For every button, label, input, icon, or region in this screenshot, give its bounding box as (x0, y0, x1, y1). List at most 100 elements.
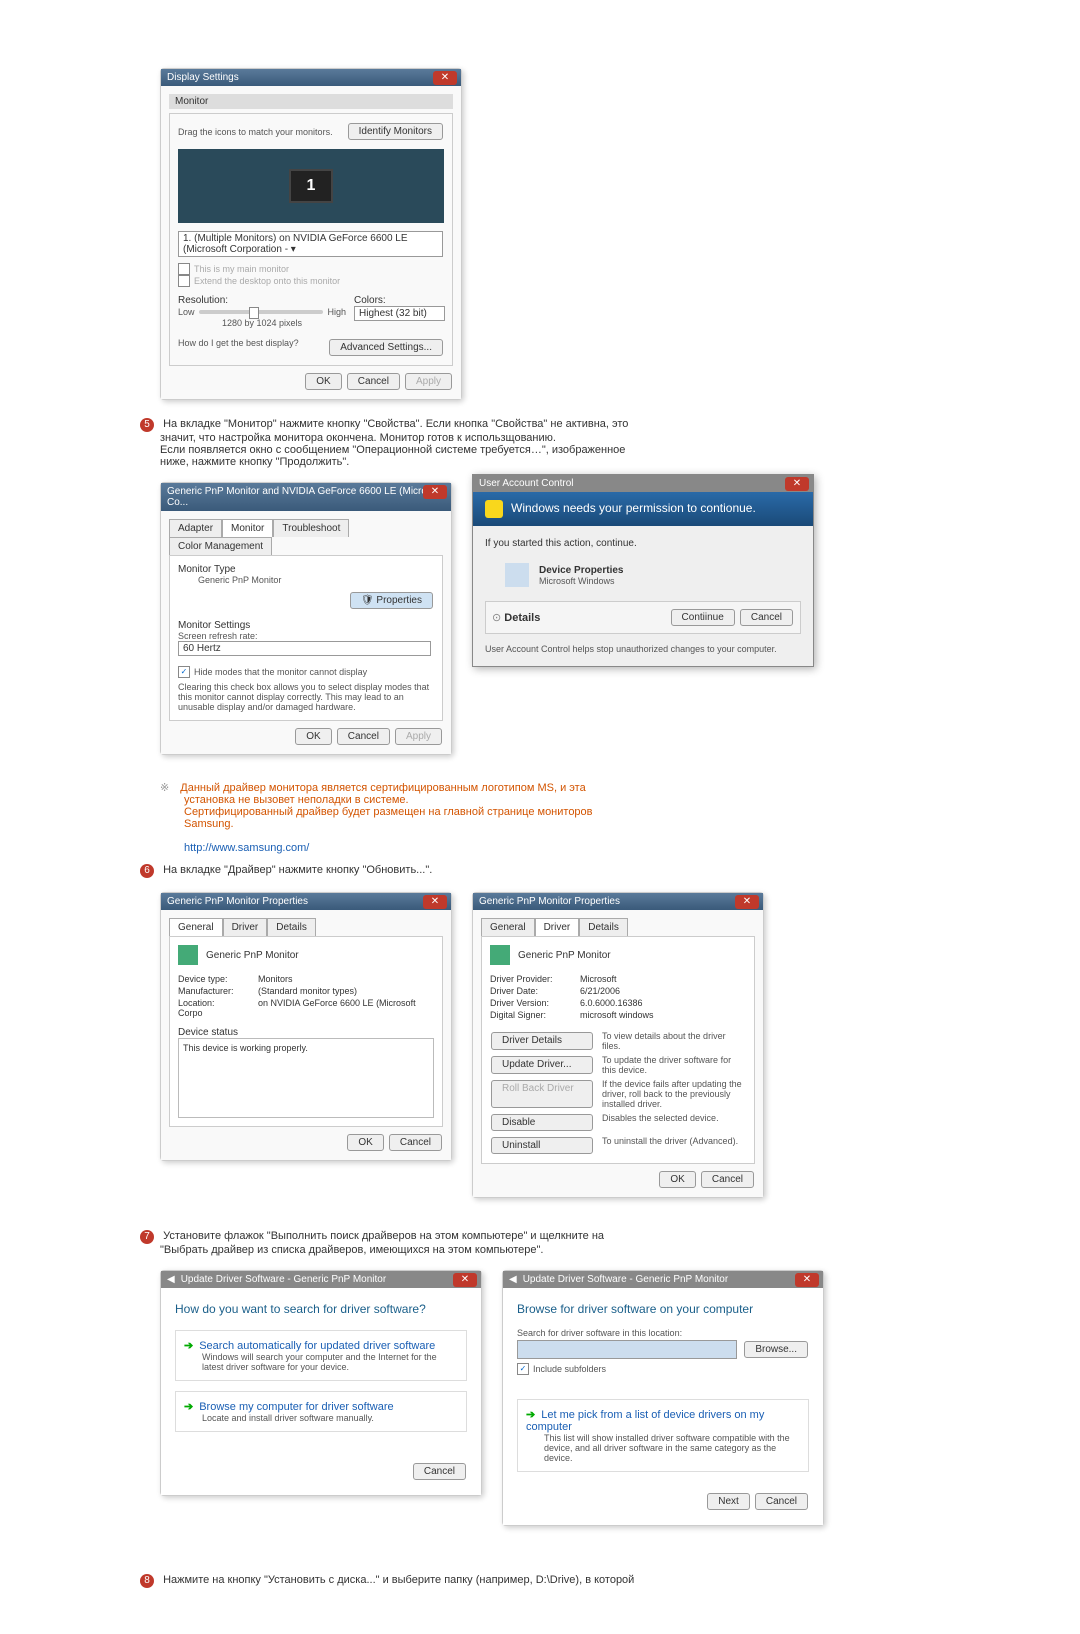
driver-provider-label: Driver Provider: (490, 974, 580, 984)
arrow-icon: ➔ (526, 1408, 535, 1421)
uninstall-desc: To uninstall the driver (Advanced). (602, 1136, 746, 1155)
chevron-icon[interactable]: ⊙ (492, 612, 501, 624)
properties-button[interactable]: 🛡 Properties (350, 592, 433, 609)
ok-button[interactable]: OK (659, 1171, 695, 1188)
monitor-type-value: Generic PnP Monitor (178, 575, 434, 585)
rollback-driver-desc: If the device fails after updating the d… (602, 1079, 746, 1109)
ok-button[interactable]: OK (295, 728, 331, 745)
ok-button[interactable]: OK (347, 1134, 383, 1151)
browse-button[interactable]: Browse... (744, 1341, 808, 1358)
ok-button[interactable]: OK (305, 373, 341, 390)
device-type-value: Monitors (258, 974, 293, 984)
monitor-icon[interactable]: 1 (289, 169, 333, 203)
low-label: Low (178, 307, 195, 317)
uac-dialog: User Account Control✕ Windows needs your… (472, 474, 814, 667)
option-1-title: Search automatically for updated driver … (199, 1340, 435, 1352)
tab-color-management[interactable]: Color Management (169, 537, 272, 555)
resolution-slider[interactable] (199, 310, 324, 314)
driver-version-label: Driver Version: (490, 998, 580, 1008)
uac-if-text: If you started this action, continue. (485, 538, 801, 549)
option-2-sub: Locate and install driver software manua… (202, 1413, 458, 1423)
continue-button[interactable]: Contiinue (671, 609, 735, 626)
tab-driver[interactable]: Driver (223, 918, 268, 936)
cancel-button[interactable]: Cancel (413, 1463, 466, 1480)
details-button[interactable]: Details (504, 612, 540, 624)
tab-general[interactable]: General (481, 918, 535, 936)
heading: How do you want to search for driver sof… (175, 1302, 467, 1316)
disable-button[interactable]: Disable (491, 1114, 593, 1131)
update-driver-desc: To update the driver software for this d… (602, 1055, 746, 1075)
drag-text: Drag the icons to match your monitors. (178, 127, 333, 137)
cancel-button[interactable]: Cancel (389, 1134, 442, 1151)
driver-details-button[interactable]: Driver Details (491, 1032, 593, 1050)
resolution-label: Resolution: (178, 295, 346, 306)
colors-label: Colors: (354, 295, 444, 306)
device-heading: Generic PnP Monitor (206, 950, 299, 961)
option-browse-computer[interactable]: ➔Browse my computer for driver software … (175, 1391, 467, 1432)
tab-details[interactable]: Details (579, 918, 628, 936)
cancel-button[interactable]: Cancel (347, 373, 400, 390)
next-button[interactable]: Next (707, 1493, 750, 1510)
samsung-link[interactable]: http://www.samsung.com/ (184, 842, 309, 854)
uninstall-button[interactable]: Uninstall (491, 1137, 593, 1154)
tab-adapter[interactable]: Adapter (169, 519, 222, 537)
close-icon[interactable]: ✕ (735, 895, 759, 909)
tab-troubleshoot[interactable]: Troubleshoot (273, 519, 349, 537)
close-icon[interactable]: ✕ (423, 895, 447, 909)
update-driver-how-dialog: ◀ Update Driver Software - Generic PnP Mo… (160, 1270, 482, 1496)
dialog-title: Display Settings (167, 72, 239, 83)
pnp-properties-driver-dialog: Generic PnP Monitor Properties✕ GeneralD… (472, 892, 764, 1198)
option-pick-from-list[interactable]: ➔Let me pick from a list of device drive… (517, 1399, 809, 1472)
note-3: Сертифицированный драйвер будет размещен… (184, 806, 593, 818)
location-label: Location: (178, 998, 258, 1008)
rollback-driver-button: Roll Back Driver (491, 1080, 593, 1108)
monitor-select[interactable]: 1. (Multiple Monitors) on NVIDIA GeForce… (178, 231, 443, 257)
include-subfolders-label: Include subfolders (533, 1364, 606, 1374)
back-icon[interactable]: ◀ (167, 1274, 175, 1285)
driver-version-value: 6.0.6000.16386 (580, 998, 643, 1008)
step-6-badge: 6 (140, 864, 154, 878)
cancel-button[interactable]: Cancel (701, 1171, 754, 1188)
note-2: установка не вызовет неполадки в системе… (184, 794, 409, 806)
identify-monitors-button[interactable]: Identify Monitors (348, 123, 443, 140)
step-5-text-4: ниже, нажмите кнопку "Продолжить". (160, 456, 349, 468)
cancel-button[interactable]: Cancel (755, 1493, 808, 1510)
step-5-text-3: Если появляется окно с сообщением "Опера… (160, 444, 625, 456)
dialog-title: Update Driver Software - Generic PnP Mon… (181, 1274, 386, 1285)
note-icon: ※ (160, 782, 169, 794)
tab-details[interactable]: Details (267, 918, 316, 936)
colors-select[interactable]: Highest (32 bit) (354, 306, 445, 321)
hide-modes-checkbox[interactable]: ✓ (178, 666, 190, 678)
close-icon[interactable]: ✕ (433, 71, 457, 85)
resolution-value: 1280 by 1024 pixels (178, 318, 346, 328)
tab-general[interactable]: General (169, 918, 223, 936)
advanced-settings-button[interactable]: Advanced Settings... (329, 339, 443, 356)
option-search-auto[interactable]: ➔ Search automatically for updated driver… (175, 1330, 467, 1381)
device-status-box: This device is working properly. (178, 1038, 434, 1118)
tab-monitor[interactable]: Monitor (222, 519, 273, 537)
shield-icon (485, 500, 503, 518)
update-driver-button[interactable]: Update Driver... (491, 1056, 593, 1074)
menu-item[interactable]: Monitor (169, 94, 453, 109)
back-icon[interactable]: ◀ (509, 1274, 517, 1285)
path-combobox[interactable] (517, 1340, 737, 1359)
close-icon[interactable]: ✕ (453, 1273, 477, 1287)
close-icon[interactable]: ✕ (795, 1273, 819, 1287)
cancel-button[interactable]: Cancel (740, 609, 793, 626)
cancel-button[interactable]: Cancel (337, 728, 390, 745)
include-subfolders-checkbox[interactable]: ✓ (517, 1363, 529, 1375)
tab-driver[interactable]: Driver (535, 918, 580, 936)
pnp-properties-general-dialog: Generic PnP Monitor Properties✕ GeneralD… (160, 892, 452, 1161)
close-icon[interactable]: ✕ (785, 477, 809, 491)
close-icon[interactable]: ✕ (423, 485, 447, 499)
heading: Browse for driver software on your compu… (517, 1302, 809, 1316)
step-7-text-2: "Выбрать драйвер из списка драйверов, им… (160, 1244, 543, 1256)
main-monitor-checkbox (178, 263, 190, 275)
arrow-icon: ➔ (184, 1400, 193, 1413)
arrow-icon: ➔ (184, 1339, 193, 1352)
option-1-sub: Windows will search your computer and th… (202, 1352, 458, 1372)
note-4: Samsung. (184, 818, 234, 830)
refresh-rate-select[interactable]: 60 Hertz (178, 641, 431, 656)
best-display-link[interactable]: How do I get the best display? (178, 338, 299, 357)
monitor-device-icon (178, 945, 198, 965)
